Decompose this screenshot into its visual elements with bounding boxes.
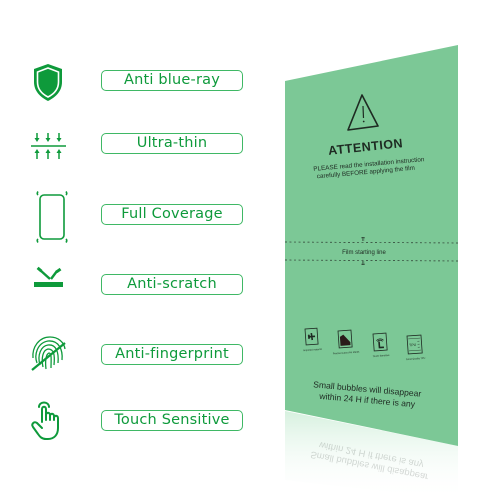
svg-text:⇈: ⇈ <box>361 236 366 243</box>
svg-text:TPU: TPU <box>409 343 417 348</box>
starting-line-label: Film starting line <box>342 250 386 256</box>
svg-text:⇊: ⇊ <box>361 260 366 267</box>
screen-protector-film: within 24 H if there is any Small bubble… <box>284 45 459 500</box>
